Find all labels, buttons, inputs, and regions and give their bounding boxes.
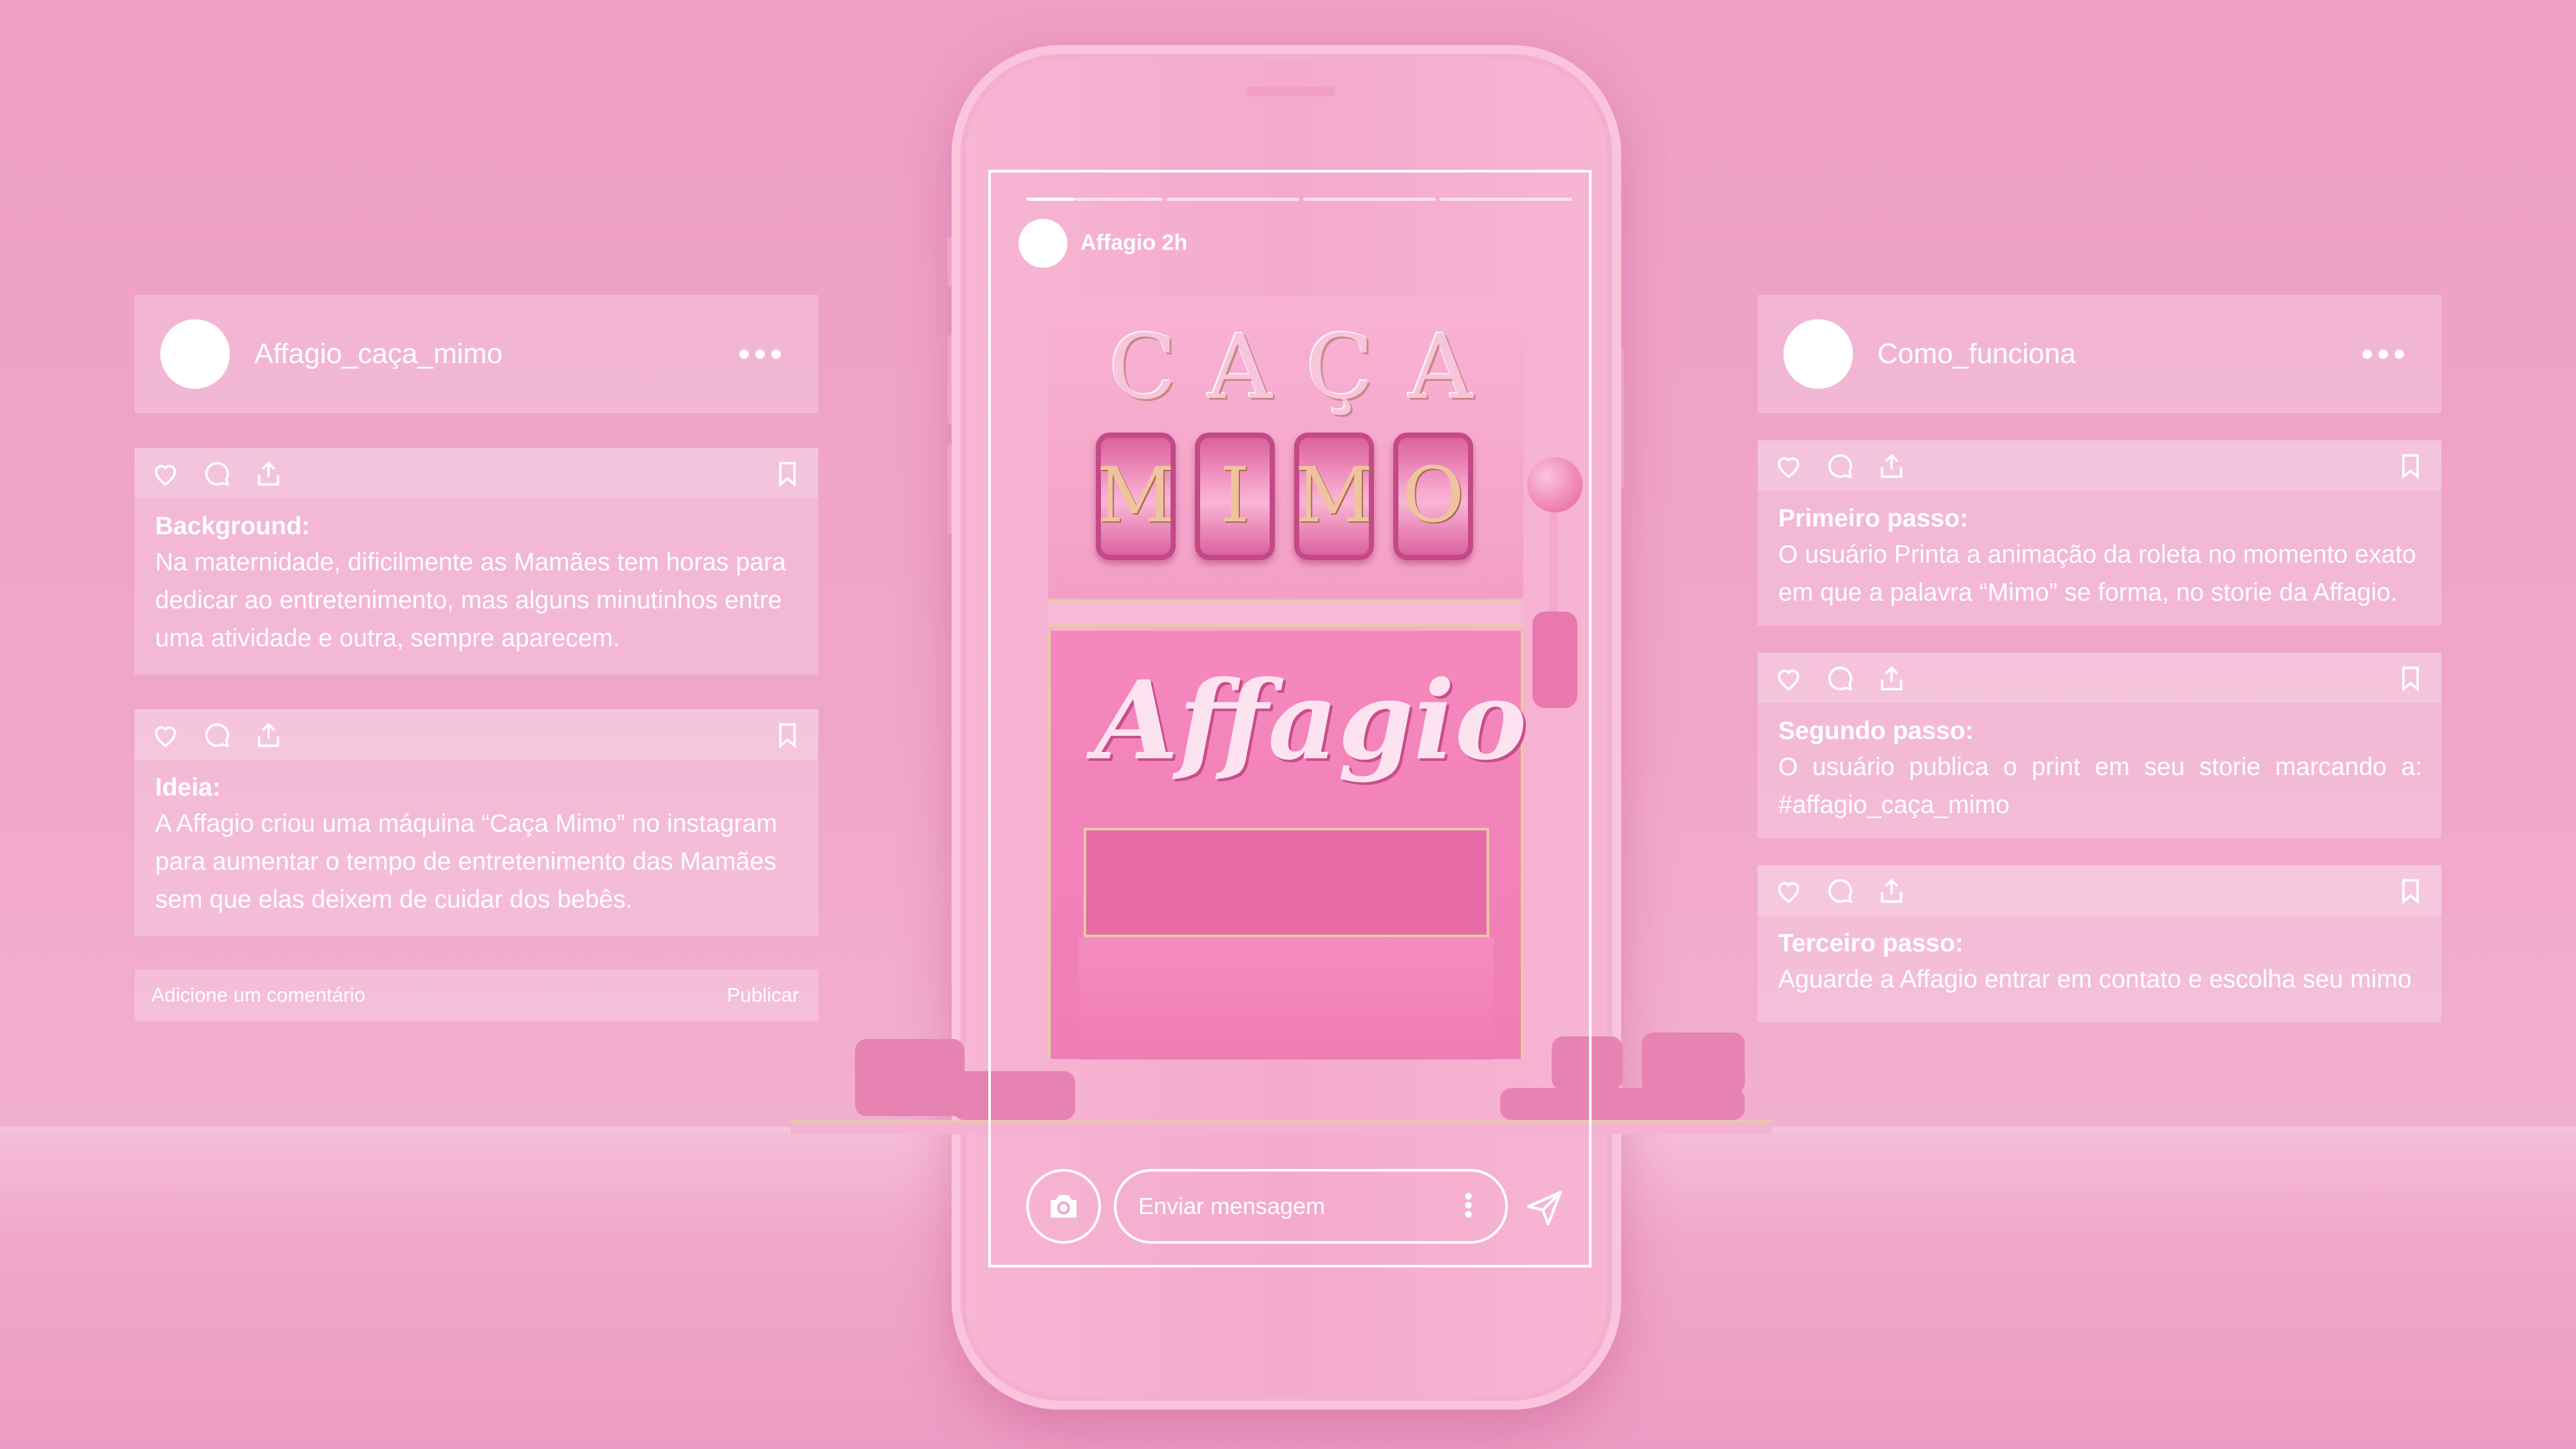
kebab-icon[interactable]: • • • [1464, 1184, 1472, 1227]
left-post-background: Background: Na maternidade, dificilmente… [135, 448, 818, 675]
comment-bar[interactable]: Adicione um comentário Publicar [135, 969, 818, 1021]
avatar[interactable] [160, 319, 230, 389]
story-progress-segment [1167, 198, 1299, 201]
left-profile-header[interactable]: Affagio_caça_mimo ••• [135, 295, 818, 413]
step-text: O usuário Printa a animação da roleta no… [1778, 536, 2416, 612]
post-text: A Affagio criou uma máquina “Caça Mimo” … [155, 805, 777, 919]
post-action-bar [1758, 865, 2441, 915]
post-text: Na maternidade, dificilmente as Mamães t… [155, 543, 786, 657]
message-placeholder[interactable]: Enviar mensagem [1138, 1193, 1325, 1220]
phone-speaker [1246, 86, 1336, 97]
share-icon[interactable] [1877, 664, 1906, 693]
post-action-bar [135, 709, 818, 760]
post-action-bar [135, 448, 818, 498]
comment-icon[interactable] [203, 721, 231, 749]
comment-icon[interactable] [203, 460, 231, 488]
story-progress-segment [1075, 198, 1163, 201]
profile-username[interactable]: Affagio_caça_mimo [254, 338, 738, 370]
text-line: uma atividade e outra, sempre aparecem. [155, 624, 620, 652]
text-line: O usuário publica o print em seu storie … [1778, 753, 2422, 781]
heart-icon[interactable] [151, 721, 180, 749]
right-step-1: Primeiro passo: O usuário Printa a anima… [1758, 440, 2441, 626]
story-progress-segment [1440, 198, 1572, 201]
avatar[interactable] [1783, 319, 1853, 389]
right-step-2: Segundo passo: O usuário publica o print… [1758, 653, 2441, 838]
bookmark-icon[interactable] [773, 460, 802, 488]
heart-icon[interactable] [1774, 664, 1803, 693]
send-icon[interactable] [1523, 1187, 1566, 1229]
step-text: O usuário publica o print em seu storie … [1778, 748, 2422, 824]
camera-icon [1051, 1195, 1076, 1218]
step-text: Aguarde a Affagio entrar em contato e es… [1778, 960, 2412, 998]
post-title: Background: [155, 512, 310, 540]
post-title: Ideia: [155, 774, 221, 801]
story-avatar[interactable] [1019, 219, 1067, 268]
bookmark-icon[interactable] [2396, 452, 2425, 480]
text-line: Aguarde a Affagio entrar em contato e es… [1778, 966, 2412, 993]
bookmark-icon[interactable] [2396, 877, 2425, 905]
share-icon[interactable] [254, 460, 283, 488]
comment-icon[interactable] [1826, 452, 1854, 480]
camera-button[interactable] [1026, 1169, 1101, 1244]
text-line: A Affagio criou uma máquina “Caça Mimo” … [155, 810, 778, 837]
text-line: #affagio_caça_mimo [1778, 791, 2010, 819]
story-header[interactable]: Affagio 2h [1080, 230, 1187, 256]
story-progress-segment [1303, 198, 1436, 201]
bookmark-icon[interactable] [2396, 664, 2425, 693]
story-frame [988, 170, 1592, 1267]
more-icon[interactable]: ••• [738, 337, 786, 371]
text-line: em que a palavra “Mimo” se forma, no sto… [1778, 579, 2398, 606]
bookmark-icon[interactable] [773, 721, 802, 749]
step-title: Terceiro passo: [1778, 930, 1964, 957]
text-line: para aumentar o tempo de entretenimento … [155, 848, 776, 875]
heart-icon[interactable] [1774, 452, 1803, 480]
share-icon[interactable] [254, 721, 283, 749]
text-line: sem que elas deixem de cuidar dos bebês. [155, 886, 633, 913]
more-icon[interactable]: ••• [2361, 337, 2409, 371]
text-line: O usuário Printa a animação da roleta no… [1778, 541, 2416, 568]
profile-username[interactable]: Como_funciona [1877, 338, 2361, 370]
publish-button[interactable]: Publicar [727, 984, 799, 1007]
post-action-bar [1758, 653, 2441, 703]
right-step-3: Terceiro passo: Aguarde a Affagio entrar… [1758, 865, 2441, 1022]
right-profile-header[interactable]: Como_funciona ••• [1758, 295, 2441, 413]
share-icon[interactable] [1877, 452, 1906, 480]
heart-icon[interactable] [151, 460, 180, 488]
step-title: Segundo passo: [1778, 717, 1974, 745]
comment-icon[interactable] [1826, 877, 1854, 905]
story-progress-active [1026, 198, 1075, 201]
comment-input[interactable]: Adicione um comentário [151, 984, 366, 1007]
post-action-bar [1758, 440, 2441, 491]
text-line: Na maternidade, dificilmente as Mamães t… [155, 548, 786, 576]
left-post-ideia: Ideia: A Affagio criou uma máquina “Caça… [135, 709, 818, 936]
rock [855, 1039, 964, 1116]
heart-icon[interactable] [1774, 877, 1803, 905]
share-icon[interactable] [1877, 877, 1906, 905]
comment-icon[interactable] [1826, 664, 1854, 693]
text-line: dedicar ao entretenimento, mas alguns mi… [155, 586, 782, 614]
step-title: Primeiro passo: [1778, 505, 1968, 532]
rock [1642, 1033, 1745, 1094]
